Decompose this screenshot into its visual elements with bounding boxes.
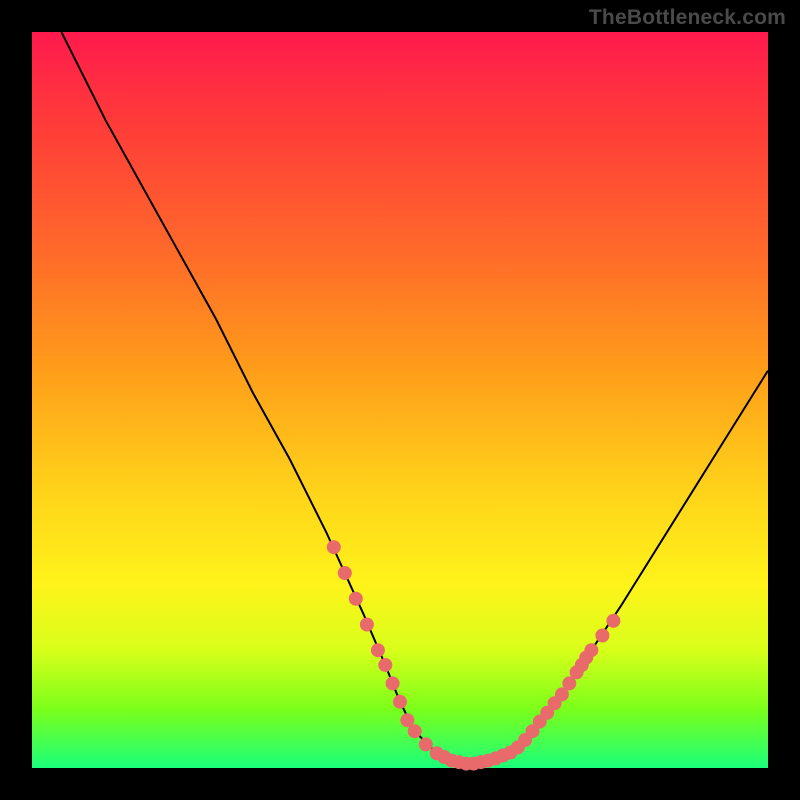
plot-area bbox=[32, 32, 768, 768]
curve-marker-dot bbox=[378, 658, 392, 672]
curve-marker-dot bbox=[408, 724, 422, 738]
curve-marker-dot bbox=[584, 643, 598, 657]
curve-marker-dot bbox=[338, 566, 352, 580]
curve-markers bbox=[327, 540, 621, 770]
curve-marker-dot bbox=[386, 676, 400, 690]
chart-svg bbox=[32, 32, 768, 768]
bottleneck-curve bbox=[61, 32, 768, 768]
curve-marker-dot bbox=[595, 629, 609, 643]
watermark-text: TheBottleneck.com bbox=[589, 6, 786, 30]
chart-stage: TheBottleneck.com bbox=[0, 0, 800, 800]
curve-marker-dot bbox=[393, 695, 407, 709]
curve-marker-dot bbox=[360, 618, 374, 632]
curve-marker-dot bbox=[371, 643, 385, 657]
curve-marker-dot bbox=[327, 540, 341, 554]
curve-marker-dot bbox=[419, 737, 433, 751]
curve-marker-dot bbox=[606, 614, 620, 628]
curve-marker-dot bbox=[349, 592, 363, 606]
